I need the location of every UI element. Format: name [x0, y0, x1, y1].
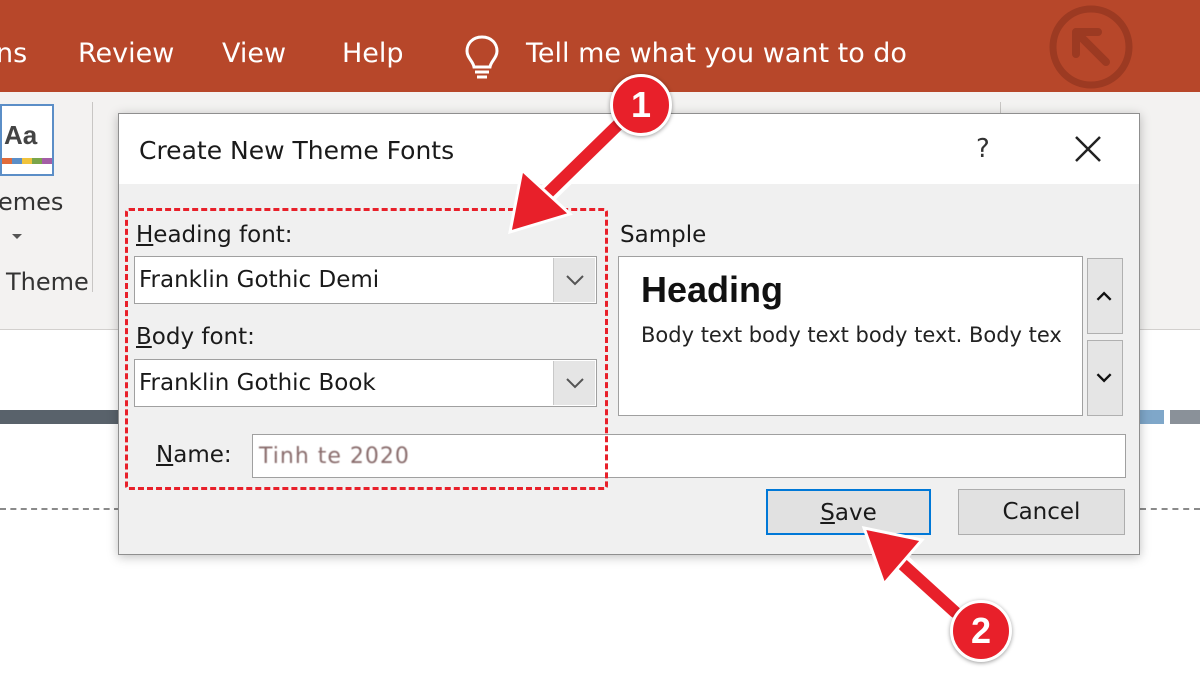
- themes-gallery-button[interactable]: Aa: [0, 104, 54, 176]
- highlight-box: [125, 208, 608, 490]
- slide-bar-right: [1140, 410, 1200, 424]
- sample-label: Sample: [620, 222, 707, 248]
- tab-help[interactable]: Help: [342, 38, 404, 69]
- slide-placeholder-border: [1140, 508, 1200, 510]
- sample-body-text: Body text body text body text. Body text…: [641, 323, 1061, 347]
- lightbulb-icon: [465, 35, 499, 79]
- sample-scroll-up-button[interactable]: [1087, 258, 1123, 334]
- step-1-badge: 1: [610, 74, 672, 136]
- tab-review[interactable]: Review: [78, 38, 174, 69]
- cancel-button[interactable]: Cancel: [958, 489, 1125, 535]
- chevron-down-icon: [1096, 373, 1112, 383]
- sample-preview: Heading Body text body text body text. B…: [618, 256, 1083, 416]
- close-icon[interactable]: [1071, 132, 1105, 166]
- ribbon-tab-bar: ns Review View Help Tell me what you wan…: [0, 0, 1200, 92]
- sample-scroll-down-button[interactable]: [1087, 340, 1123, 416]
- save-button-rest: ave: [834, 500, 877, 526]
- themes-label[interactable]: emes: [0, 188, 63, 216]
- themes-group-label: Theme: [6, 268, 89, 296]
- step-2-badge: 2: [950, 600, 1012, 662]
- themes-aa-icon: Aa: [4, 120, 38, 150]
- tell-me-search[interactable]: Tell me what you want to do: [526, 38, 907, 69]
- pointer-watermark-icon: [1049, 5, 1133, 89]
- theme-color-strip: [2, 158, 52, 164]
- chevron-down-icon[interactable]: [10, 232, 24, 242]
- tab-view[interactable]: View: [222, 38, 286, 69]
- chevron-up-icon: [1096, 291, 1112, 301]
- help-button[interactable]: ?: [976, 134, 990, 164]
- ribbon-divider: [92, 102, 93, 292]
- save-button[interactable]: Save: [766, 489, 931, 535]
- sample-heading: Heading: [641, 269, 784, 310]
- slide-bar-left: [0, 410, 120, 424]
- slide-placeholder-border: [0, 508, 120, 510]
- dialog-title: Create New Theme Fonts: [139, 136, 455, 165]
- tab-animations[interactable]: ns: [0, 38, 27, 69]
